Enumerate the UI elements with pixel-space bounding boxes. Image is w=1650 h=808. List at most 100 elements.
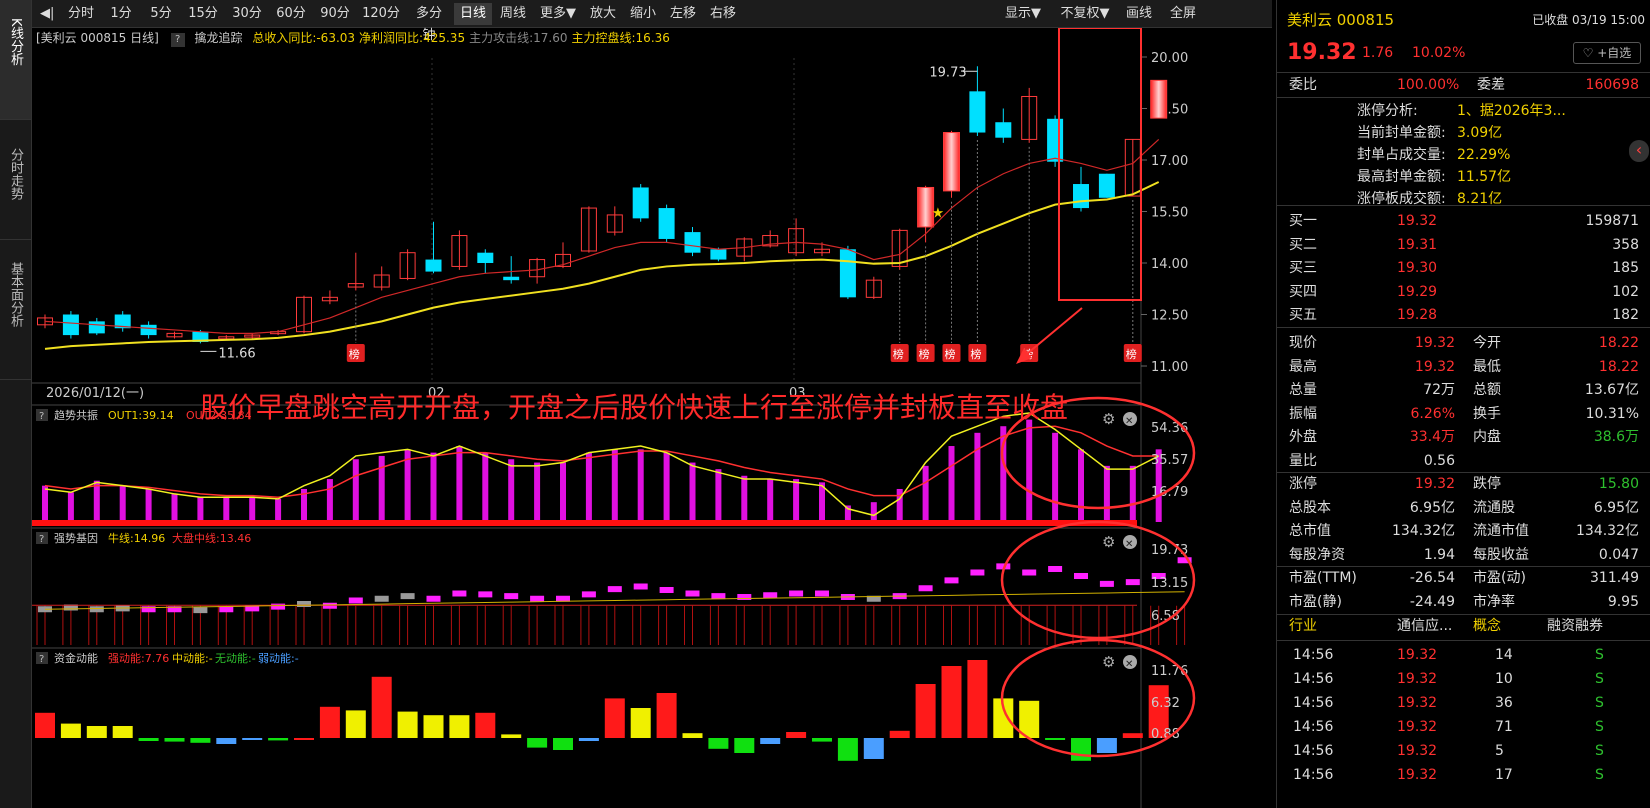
period-button-4[interactable]: 30分 (226, 3, 268, 25)
strong-block (763, 592, 778, 599)
toolbar-right-button-3[interactable]: 全屏 (1162, 3, 1204, 25)
quote-value-2-1: 13.67亿 (1584, 382, 1639, 398)
tick-price-1: 19.32 (1397, 671, 1438, 687)
bid-level-label-3: 买四 (1289, 283, 1317, 300)
trend-bar (1103, 465, 1110, 522)
period-button-7[interactable]: 120分 (358, 3, 404, 25)
quote-value-1-1: 18.22 (1598, 358, 1639, 375)
quote-label-9-0: 每股净资 (1289, 546, 1345, 563)
fund-bar (837, 738, 858, 761)
fund-bar (604, 698, 625, 738)
quote-label-5-0: 量比 (1289, 452, 1317, 469)
detail-tab-0[interactable]: 行业 (1289, 614, 1317, 638)
detail-tab-1[interactable]: 通信应... (1397, 614, 1452, 638)
trend-bar (767, 479, 774, 522)
quote-label-4-1: 内盘 (1473, 429, 1501, 445)
trend-bar (922, 465, 929, 522)
period-button-5[interactable]: 60分 (270, 3, 312, 25)
help-icon[interactable]: ? (170, 33, 185, 47)
candle-body (995, 122, 1012, 138)
indicator-name[interactable]: 擒龙追踪 (194, 31, 242, 45)
bid-volume-0: 159871 (1585, 213, 1639, 229)
strong-block (504, 593, 519, 600)
stock-title-row: 美利云 000815 已收盘 03/19 15:00 (1277, 8, 1650, 32)
period-button-14[interactable]: 左移 (664, 3, 702, 25)
period-button-9[interactable]: 日线 (454, 3, 492, 25)
tick-volume-3: 71 (1495, 719, 1513, 735)
period-button-13[interactable]: 缩小 (624, 3, 662, 25)
period-button-15[interactable]: 右移 (704, 3, 742, 25)
quote-value-11-0: -24.49 (1409, 593, 1455, 610)
period-button-8[interactable]: 多分钟 (406, 3, 452, 43)
tick-volume-4: 5 (1495, 743, 1504, 759)
detail-tab-3[interactable]: 融资融券 (1547, 614, 1603, 638)
quote-label-7-0: 总股本 (1289, 499, 1331, 516)
candle-body (425, 259, 442, 272)
tick-side-4: S (1595, 743, 1604, 759)
trend-bar (715, 469, 722, 522)
fund-bar (345, 710, 366, 738)
y-tick-label-4: 14.00 (1151, 257, 1188, 272)
period-button-0[interactable]: 分时 (62, 3, 100, 25)
fund-bar (294, 738, 314, 740)
fund-bar (35, 712, 55, 738)
quote-row-1: 最高 19.32 最低 18.22 (1277, 355, 1650, 379)
close-icon-glyph: ✕ (1125, 416, 1133, 427)
side-tab-kline[interactable]: K线分析 (0, 0, 31, 120)
side-tab-kline-label: K线分析 (8, 18, 23, 66)
strong-block (1099, 580, 1114, 587)
toolbar-right-button-1[interactable]: 不复权▼ (1054, 3, 1116, 25)
side-tab-fundamentals[interactable]: 基本面分析 (0, 240, 31, 380)
tick-time-5: 14:56 (1293, 767, 1334, 783)
fund-bar (190, 738, 211, 743)
period-button-1[interactable]: 1分 (102, 3, 140, 25)
limit-analysis-label-4: 涨停板成交额: (1357, 191, 1446, 207)
panel2-tick-0: 19.73 (1151, 543, 1188, 558)
quote-value-8-0: 134.32亿 (1392, 523, 1455, 539)
fund-bar (1045, 738, 1066, 740)
add-favorite-button[interactable]: ♡ +自选 (1573, 42, 1641, 64)
strong-block (452, 590, 467, 597)
toolbar-right-button-0[interactable]: 显示▼ (1000, 3, 1046, 25)
collapse-panel-icon[interactable]: ‹ (1629, 140, 1649, 162)
tick-volume-2: 36 (1495, 695, 1513, 711)
collapse-left-icon[interactable]: ◀| (36, 3, 56, 25)
period-button-10[interactable]: 周线 (494, 3, 532, 25)
strong-block (322, 602, 337, 609)
panel-title-1: 强势基因 (54, 532, 98, 545)
tick-price-4: 19.32 (1397, 743, 1438, 759)
main-indicator-value-2: 主力攻击线:17.60 (469, 31, 568, 45)
side-tab-fundamentals-label: 基本面分析 (8, 262, 23, 327)
quote-row-10: 市盈(TTM) -26.54 市盈(动) 311.49 (1277, 566, 1650, 590)
y-tick-label-0: 20.00 (1151, 51, 1188, 66)
tick-row-0: 14:56 19.32 14 S (1277, 643, 1650, 667)
trend-baseline (32, 520, 1137, 526)
period-button-11[interactable]: 更多▼ (534, 3, 582, 25)
period-button-12[interactable]: 放大 (584, 3, 622, 25)
limit-analysis-value-3: 11.57亿 (1457, 169, 1512, 185)
tick-time-0: 14:56 (1293, 647, 1334, 663)
close-icon-glyph: ✕ (1125, 539, 1133, 550)
period-button-2[interactable]: 5分 (142, 3, 180, 25)
trend-bar (326, 479, 333, 522)
detail-tabs-row: 行业 通信应... 概念 融资融券 (1277, 614, 1650, 638)
toolbar-right-button-2[interactable]: 画线 (1120, 3, 1158, 25)
quote-label-4-0: 外盘 (1289, 429, 1317, 445)
period-button-6[interactable]: 90分 (314, 3, 356, 25)
tick-side-3: S (1595, 719, 1604, 735)
fund-bar (475, 712, 496, 738)
bid-level-label-0: 买一 (1289, 213, 1317, 229)
order-diff-value: 160698 (1585, 77, 1639, 93)
settings-icon: ⚙ (1102, 410, 1115, 428)
bid-price-3: 19.29 (1397, 283, 1438, 300)
period-button-3[interactable]: 15分 (182, 3, 224, 25)
detail-tab-2[interactable]: 概念 (1473, 614, 1501, 638)
trend-bar (1052, 432, 1059, 522)
order-diff-label: 委差 (1477, 77, 1505, 93)
y-tick-label-3: 15.50 (1151, 206, 1188, 221)
market-status: 已收盘 03/19 15:00 (1532, 13, 1645, 27)
side-tab-timeshare[interactable]: 分时走势 (0, 120, 31, 240)
strong-block (530, 595, 545, 602)
tick-volume-0: 14 (1495, 647, 1513, 663)
quote-label-9-1: 每股收益 (1473, 546, 1529, 563)
